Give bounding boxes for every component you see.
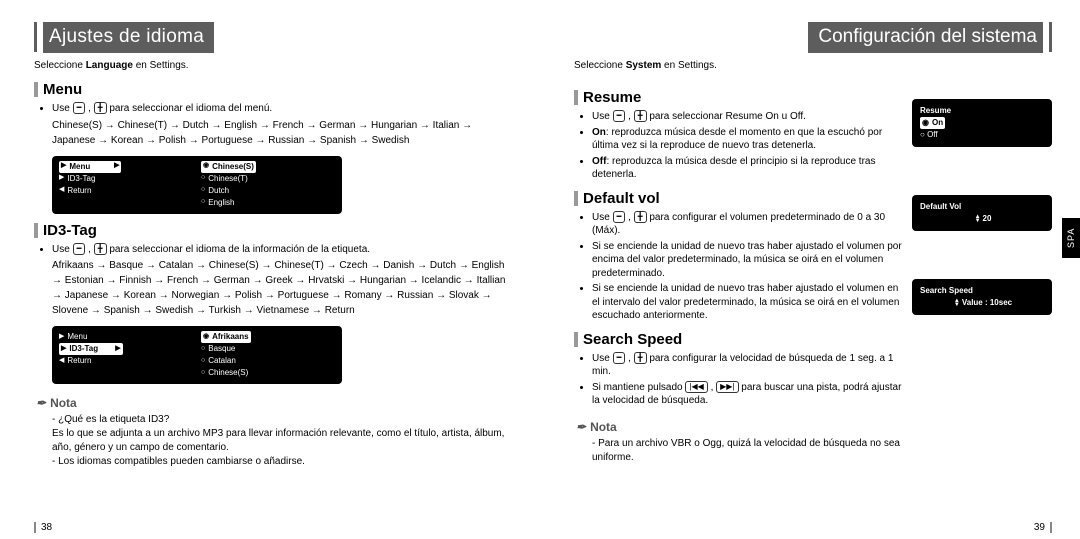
plus-button-icon: ╋ <box>634 110 647 122</box>
instr-post: en Settings. <box>133 60 189 71</box>
search-use: Use ━ , ╋ para configurar la velocidad d… <box>592 352 902 379</box>
section-title: Search Speed <box>583 331 682 348</box>
title-pipe <box>1049 22 1052 52</box>
plus-button-icon: ╋ <box>634 352 647 364</box>
note-item: Para un archivo VBR o Ogg, quizá la velo… <box>592 437 902 465</box>
minus-button-icon: ━ <box>73 243 86 255</box>
document-spread: Ajustes de idioma Seleccione Language en… <box>0 0 1080 539</box>
section-menu-head: Menu <box>34 81 512 98</box>
menu-use-line: Use ━ , ╋ para seleccionar el idioma del… <box>52 102 512 116</box>
lcd-defvol: Default Vol ▲▼20 <box>912 195 1052 231</box>
section-bar <box>34 82 38 97</box>
section-search-head: Search Speed <box>574 331 902 348</box>
lcd-menu: ▶Menu ▶ ▶ID3-Tag ◀Return ◉Chinese(S) ○Ch… <box>52 156 342 214</box>
page-title: Ajustes de idioma <box>43 22 214 53</box>
instr-pre: Seleccione <box>34 60 86 71</box>
search-body: Use ━ , ╋ para configurar la velocidad d… <box>574 352 902 408</box>
lcd-title: Search Speed <box>920 285 1044 297</box>
side-tab: SPA <box>1062 218 1080 258</box>
lcd-item: ○ Off <box>920 129 1044 141</box>
title-bar-left: Ajustes de idioma <box>34 22 512 52</box>
plus-button-icon: ╋ <box>94 102 107 114</box>
resume-body: Use ━ , ╋ para seleccionar Resume On u O… <box>574 110 902 182</box>
lcd-search: Search Speed ▲▼Value : 10sec <box>912 279 1052 315</box>
minus-button-icon: ━ <box>613 352 626 364</box>
lcd-item-selected: ◉On <box>920 117 945 129</box>
lcd-menu-right-col: ◉Chinese(S) ○Chinese(T) ○Dutch ○English <box>201 161 335 209</box>
page-right: Configuración del sistema Seleccione Sys… <box>540 0 1080 539</box>
resume-off: Off: reproduzca la música desde el princ… <box>592 155 902 182</box>
defvol-body: Use ━ , ╋ para configurar el volumen pre… <box>574 211 902 323</box>
right-side-col: Resume ◉On ○ Off Default Vol ▲▼20 Search… <box>912 81 1052 465</box>
id3-use-line: Use ━ , ╋ para seleccionar el idioma de … <box>52 243 512 257</box>
page-title: Configuración del sistema <box>808 22 1043 53</box>
note-item: Los idiomas compatibles pueden cambiarse… <box>52 455 512 469</box>
note-item: ¿Qué es la etiqueta ID3?Es lo que se adj… <box>52 413 512 455</box>
lcd-item-selected: ▶Menu ▶ <box>59 161 121 173</box>
lcd-item-selected: ▶ID3-Tag ▶ <box>59 343 123 355</box>
right-main-col: Resume Use ━ , ╋ para seleccionar Resume… <box>574 81 902 465</box>
lcd-item: ▶Menu <box>59 331 193 343</box>
title-pipe <box>34 22 37 52</box>
instruction-line: Seleccione Language en Settings. <box>34 60 512 71</box>
lcd-title: Default Vol <box>920 201 1044 213</box>
defvol-use: Use ━ , ╋ para configurar el volumen pre… <box>592 211 902 238</box>
title-bar-right: Configuración del sistema <box>574 22 1052 52</box>
note-heading: Nota <box>36 396 512 410</box>
lcd-item: ○Catalan <box>201 355 335 367</box>
lcd-menu-left-col: ▶Menu ▶ ▶ID3-Tag ◀Return <box>59 161 193 209</box>
section-id3-head: ID3-Tag <box>34 222 512 239</box>
right-columns: Resume Use ━ , ╋ para seleccionar Resume… <box>574 81 1052 465</box>
menu-lang-list: Chinese(S) → Chinese(T) → Dutch → Englis… <box>34 118 512 148</box>
section-title: ID3-Tag <box>43 222 97 239</box>
section-title: Menu <box>43 81 82 98</box>
defvol-b1: Si se enciende la unidad de nuevo tras h… <box>592 240 902 281</box>
note-body: ¿Qué es la etiqueta ID3?Es lo que se adj… <box>34 413 512 469</box>
note-body: Para un archivo VBR o Ogg, quizá la velo… <box>574 437 902 465</box>
lcd-item: ○Basque <box>201 343 335 355</box>
lcd-item: ◀Return <box>59 185 193 197</box>
lcd-item: ○Dutch <box>201 185 335 197</box>
lcd-title: Resume <box>920 105 1044 117</box>
page-left: Ajustes de idioma Seleccione Language en… <box>0 0 540 539</box>
plus-button-icon: ╋ <box>634 211 647 223</box>
lcd-value: ▲▼20 <box>920 213 1044 225</box>
plus-button-icon: ╋ <box>94 243 107 255</box>
lcd-item: ○Chinese(S) <box>201 367 335 379</box>
section-defvol-head: Default vol <box>574 190 902 207</box>
minus-button-icon: ━ <box>613 211 626 223</box>
section-title: Resume <box>583 89 641 106</box>
menu-body: Use ━ , ╋ para seleccionar el idioma del… <box>34 102 512 116</box>
lcd-item-selected: ◉Chinese(S) <box>201 161 256 173</box>
lcd-item: ▶ID3-Tag <box>59 173 193 185</box>
id3-body: Use ━ , ╋ para seleccionar el idioma de … <box>34 243 512 257</box>
defvol-b2: Si se enciende la unidad de nuevo tras h… <box>592 282 902 323</box>
lcd-item: ○English <box>201 197 335 209</box>
resume-use: Use ━ , ╋ para seleccionar Resume On u O… <box>592 110 902 124</box>
instruction-line: Seleccione System en Settings. <box>574 60 1052 71</box>
minus-button-icon: ━ <box>613 110 626 122</box>
id3-lang-list: Afrikaans → Basque → Catalan → Chinese(S… <box>34 258 512 318</box>
section-title: Default vol <box>583 190 660 207</box>
instr-bold: Language <box>86 60 133 71</box>
minus-button-icon: ━ <box>73 102 86 114</box>
search-b1: Si mantiene pulsado |◀◀ , ▶▶| para busca… <box>592 381 902 408</box>
section-resume-head: Resume <box>574 89 902 106</box>
lcd-resume: Resume ◉On ○ Off <box>912 99 1052 147</box>
lcd-id3-left-col: ▶Menu ▶ID3-Tag ▶ ◀Return <box>59 331 193 379</box>
note-heading: Nota <box>576 420 902 434</box>
page-number: 39 <box>1034 522 1052 533</box>
lcd-item: ◀Return <box>59 355 193 367</box>
page-number: 38 <box>34 522 52 533</box>
ffwd-button-icon: ▶▶| <box>716 381 738 393</box>
lcd-value: ▲▼Value : 10sec <box>920 297 1044 309</box>
lcd-item-selected: ◉Afrikaans <box>201 331 251 343</box>
lcd-id3: ▶Menu ▶ID3-Tag ▶ ◀Return ◉Afrikaans ○Bas… <box>52 326 342 384</box>
resume-on: On: reproduzca música desde el momento e… <box>592 126 902 153</box>
rew-button-icon: |◀◀ <box>685 381 707 393</box>
lcd-id3-right-col: ◉Afrikaans ○Basque ○Catalan ○Chinese(S) <box>201 331 335 379</box>
lcd-item: ○Chinese(T) <box>201 173 335 185</box>
